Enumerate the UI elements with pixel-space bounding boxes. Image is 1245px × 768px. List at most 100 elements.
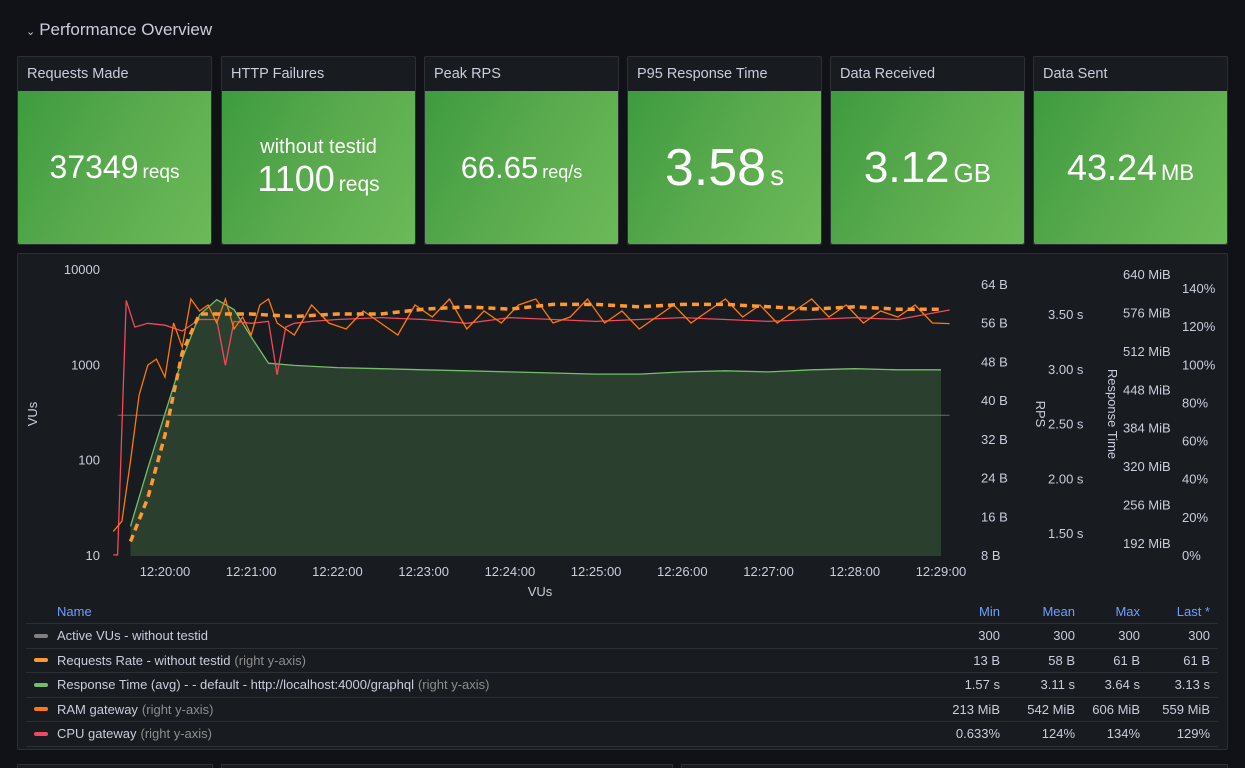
x-tick: 12:28:00 [829,564,880,579]
legend-last: 3.13 s [1174,677,1210,693]
legend-col-name[interactable]: Name [26,604,940,619]
legend-mean: 542 MiB [1027,701,1075,717]
x-tick: 12:29:00 [916,564,967,579]
legend-row[interactable]: Response Time (avg) - - default - http:/… [26,673,1218,698]
stat-value: 3.58 s [665,138,784,198]
stat-value-area: 37349 reqs [18,91,211,244]
stat-panel-http-failures[interactable]: HTTP Failures without testid 1100 reqs [221,56,416,245]
y-tick-left: 100 [78,453,100,468]
legend-min: 0.633% [955,726,1000,742]
stat-title: Data Sent [1043,66,1108,82]
series-color-swatch[interactable] [34,633,48,638]
stat-title: P95 Response Time [637,66,768,82]
stat-subtitle: without testid [260,135,377,158]
y-tick-right-percent: 140% [1182,281,1216,296]
x-tick: 12:23:00 [398,564,449,579]
y-tick-right-bytes: 32 B [981,432,1008,447]
y-tick-left: 10000 [64,262,100,277]
stat-panel-requests-made[interactable]: Requests Made 37349 reqs [17,56,212,245]
legend-axis-note: (right y-axis) [140,726,212,742]
y-tick-right-seconds: 1.50 s [1048,526,1084,541]
x-tick: 12:24:00 [485,564,536,579]
legend-axis-note: (right y-axis) [141,701,214,717]
x-tick: 12:25:00 [571,564,622,579]
y-tick-left: 10 [86,548,100,563]
stat-panel-data-received[interactable]: Data Received 3.12 GB [830,56,1025,245]
legend-row[interactable]: Active VUs - without testid 300 300 300 … [26,624,1218,649]
y-tick-right-percent: 40% [1182,472,1208,487]
legend-max: 134% [1106,726,1140,742]
stat-unit: GB [953,157,992,188]
legend-label: RAM gateway [57,701,138,717]
legend-max: 606 MiB [1092,701,1140,717]
chevron-down-icon: ⌄ [26,25,36,38]
stat-number: 1100 [257,157,335,199]
legend-last: 129% [1176,726,1210,742]
legend-label: CPU gateway [57,726,137,742]
legend-axis-note: (right y-axis) [417,677,490,693]
next-panel-edge [221,764,673,768]
stat-value-area: 3.58 s [628,91,821,244]
y-axis-label-response-time: Response Time [1105,369,1120,459]
legend-col-min[interactable]: Min [940,604,1000,619]
series-color-swatch[interactable] [34,658,48,663]
stat-number: 37349 [49,149,139,185]
stat-unit: reqs [338,172,380,196]
stat-value-area: 66.65 req/s [425,91,618,244]
y-tick-right-mib: 384 MiB [1123,421,1171,436]
stat-panel-p95-response-time[interactable]: P95 Response Time 3.58 s [627,56,822,245]
legend-col-max[interactable]: Max [1075,604,1140,619]
legend-series-name[interactable]: Response Time (avg) - - default - http:/… [26,677,940,692]
legend-series-name[interactable]: Requests Rate - without testid (right y-… [26,653,940,668]
y-tick-right-mib: 192 MiB [1123,536,1171,551]
stat-unit: reqs [142,162,180,183]
legend-series-name[interactable]: CPU gateway (right y-axis) [26,726,940,741]
legend-table: Name Min Mean Max Last * Active VUs - wi… [26,600,1218,747]
y-tick-right-bytes: 64 B [981,277,1008,292]
y-tick-right-mib: 256 MiB [1123,498,1171,513]
series-color-swatch[interactable] [34,707,48,712]
stat-panel-peak-rps[interactable]: Peak RPS 66.65 req/s [424,56,619,245]
stat-value-area: 43.24 MB [1034,91,1227,244]
stat-unit: s [770,159,785,191]
row-title: Performance Overview [39,20,213,39]
y-tick-right-percent: 100% [1182,357,1216,372]
y-tick-right-mib: 512 MiB [1123,344,1171,359]
x-axis-label: VUs [528,584,553,599]
legend-mean: 58 B [1048,652,1075,668]
y-tick-right-bytes: 40 B [981,393,1008,408]
y-tick-right-seconds: 2.00 s [1048,471,1084,486]
y-tick-right-percent: 20% [1182,510,1208,525]
y-tick-right-mib: 576 MiB [1123,305,1171,320]
y-axis-label-left: VUs [25,401,40,426]
stat-value: 3.12 GB [864,143,991,193]
legend-series-name[interactable]: Active VUs - without testid [26,628,940,643]
y-tick-right-mib: 320 MiB [1123,459,1171,474]
legend-row[interactable]: Requests Rate - without testid (right y-… [26,649,1218,673]
y-tick-right-mib: 640 MiB [1123,267,1171,282]
legend-label: Active VUs - without testid [57,628,208,644]
legend-col-mean[interactable]: Mean [1000,604,1075,619]
row-collapse-toggle[interactable]: ⌄ Performance Overview [26,20,212,40]
legend-mean: 124% [1041,726,1075,742]
stat-value-area: 3.12 GB [831,91,1024,244]
legend-row[interactable]: RAM gateway (right y-axis) 213 MiB 542 M… [26,698,1218,722]
stat-panel-data-sent[interactable]: Data Sent 43.24 MB [1033,56,1228,245]
legend-row[interactable]: CPU gateway (right y-axis) 0.633% 124% 1… [26,722,1218,747]
legend-col-last[interactable]: Last * [1140,604,1218,619]
legend-last: 559 MiB [1162,701,1210,717]
y-tick-right-bytes: 56 B [981,316,1008,331]
stat-value-area: without testid 1100 reqs [222,91,415,244]
timeseries-chart[interactable]: 10 100 1000 10000 VUs 8 B 16 B 24 B 32 B 40 B 48 B… [18,254,1229,599]
stat-unit: req/s [542,161,583,182]
legend-min: 13 B [973,652,1000,668]
series-color-swatch[interactable] [34,731,48,736]
legend-series-name[interactable]: RAM gateway (right y-axis) [26,702,940,717]
y-tick-right-bytes: 48 B [981,354,1008,369]
series-color-swatch[interactable] [34,682,48,687]
y-tick-right-bytes: 24 B [981,471,1008,486]
stat-value: 43.24 MB [1067,147,1194,189]
legend-last: 300 [1188,628,1210,644]
stat-unit: MB [1161,159,1195,185]
stat-title: Requests Made [27,66,129,82]
